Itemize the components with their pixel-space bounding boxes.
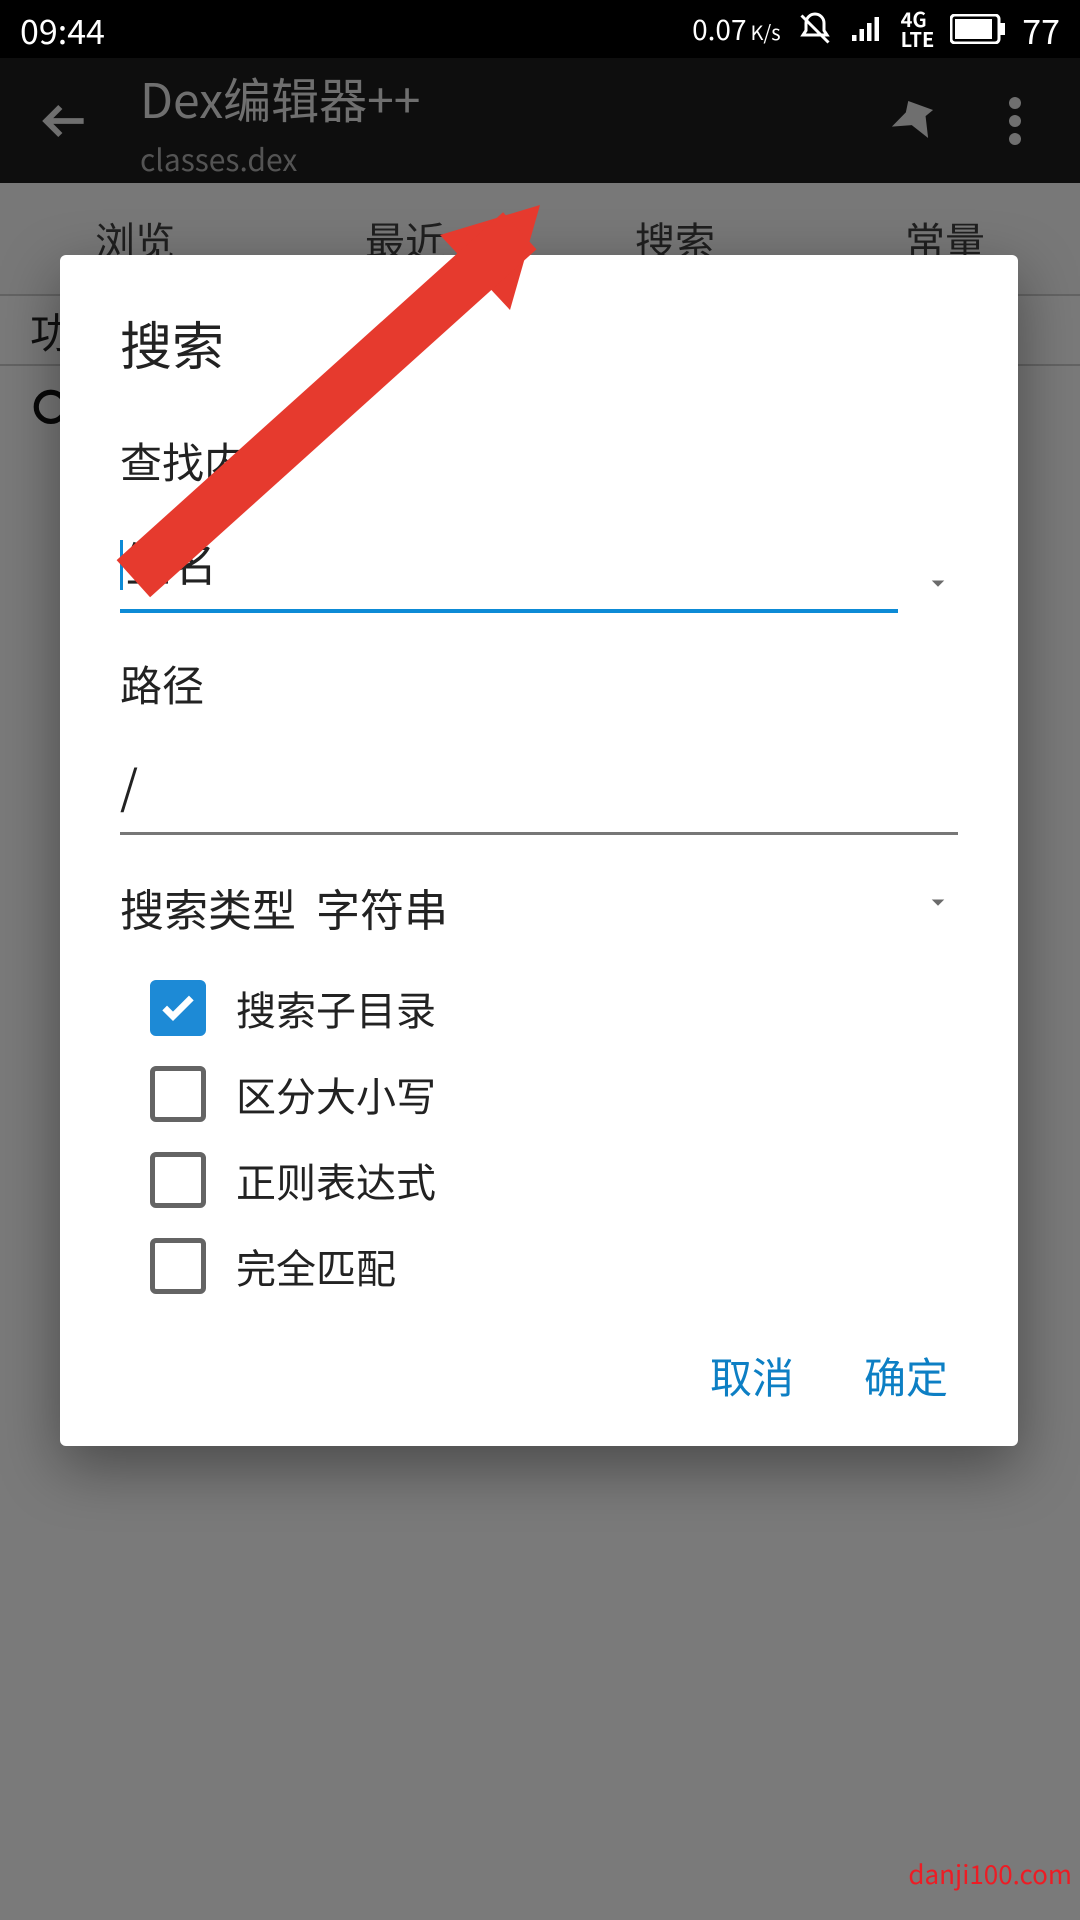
network-speed: 0.07 K/s [692, 9, 781, 49]
search-dialog: 搜索 查找内容 签名 路径 / 搜索类型 字符串 搜索子目录 区分大小写 正则表… [60, 255, 1018, 1446]
find-label: 查找内容 [120, 430, 958, 491]
watermark: danji100.com [908, 1855, 1072, 1892]
checkbox-label: 完全匹配 [236, 1237, 396, 1295]
checkbox-label: 正则表达式 [236, 1151, 436, 1209]
checkbox-box [150, 1238, 206, 1294]
checkbox-label: 搜索子目录 [236, 979, 436, 1037]
cancel-button[interactable]: 取消 [710, 1345, 794, 1406]
status-time: 09:44 [20, 5, 105, 54]
path-label: 路径 [120, 653, 958, 714]
path-input[interactable]: / [120, 744, 958, 835]
search-type-label: 搜索类型 [120, 875, 296, 939]
find-history-dropdown[interactable] [918, 563, 958, 603]
dialog-title: 搜索 [120, 305, 958, 380]
checkbox-case[interactable]: 区分大小写 [150, 1065, 958, 1123]
checkbox-regex[interactable]: 正则表达式 [150, 1151, 958, 1209]
checkbox-subdir[interactable]: 搜索子目录 [150, 979, 958, 1037]
battery-icon [950, 14, 1006, 44]
checkbox-label: 区分大小写 [236, 1065, 436, 1123]
find-input[interactable]: 签名 [120, 521, 898, 613]
mute-icon [797, 11, 833, 47]
ok-button[interactable]: 确定 [864, 1345, 948, 1406]
status-indicators: 0.07 K/s 4GLTE 77 [692, 5, 1060, 54]
checkbox-box [150, 980, 206, 1036]
search-type-value: 字符串 [316, 875, 448, 939]
status-bar: 09:44 0.07 K/s 4GLTE 77 [0, 0, 1080, 58]
checkbox-box [150, 1066, 206, 1122]
network-type: 4GLTE [901, 9, 935, 49]
checkbox-exact[interactable]: 完全匹配 [150, 1237, 958, 1295]
signal-icon [849, 11, 885, 47]
search-type-dropdown[interactable] [918, 882, 958, 922]
battery-level: 77 [1022, 5, 1060, 54]
checkbox-box [150, 1152, 206, 1208]
